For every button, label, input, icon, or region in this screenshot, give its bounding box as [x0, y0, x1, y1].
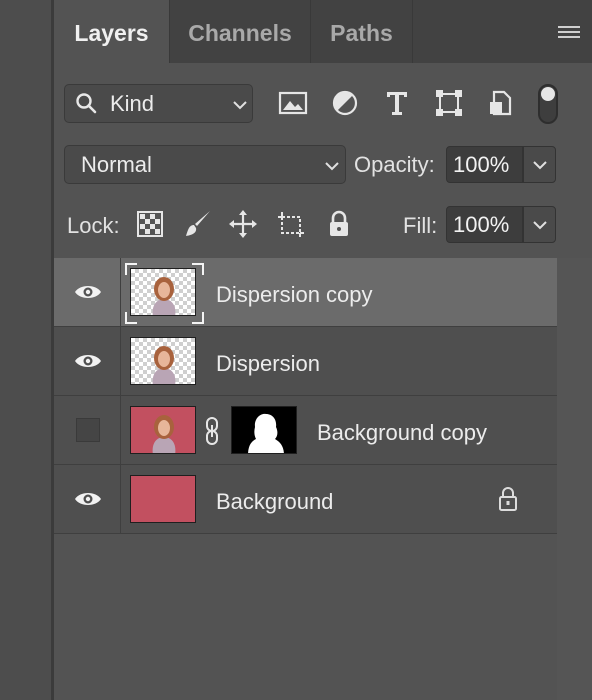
selection-corner	[125, 312, 137, 324]
opacity-value: 100%	[453, 152, 510, 177]
layer-name[interactable]: Dispersion	[216, 351, 320, 377]
portrait-image	[152, 415, 176, 453]
shape-filter-icon[interactable]	[434, 88, 464, 118]
blend-mode-select[interactable]: Normal	[64, 145, 346, 184]
left-dock-gutter	[0, 0, 54, 700]
visibility-cell[interactable]	[54, 327, 121, 396]
layer-row-dispersion[interactable]: Dispersion	[54, 327, 557, 396]
tab-channels[interactable]: Channels	[170, 0, 311, 63]
smart-object-filter-icon[interactable]	[486, 88, 516, 118]
tab-layers[interactable]: Layers	[54, 0, 170, 63]
layer-name[interactable]: Background copy	[317, 420, 487, 446]
layer-lock-icon[interactable]	[497, 486, 519, 512]
layer-thumbnail[interactable]	[130, 268, 196, 316]
portrait-image	[152, 277, 176, 315]
layer-row-dispersion-copy[interactable]: Dispersion copy	[54, 258, 557, 327]
layers-panel: Layers Channels Paths Kind Normal Opacit…	[54, 0, 592, 700]
layer-thumbnail[interactable]	[130, 337, 196, 385]
visibility-off-box[interactable]	[76, 418, 100, 442]
mask-silhouette	[248, 413, 284, 453]
filter-toggle[interactable]	[538, 84, 558, 124]
lock-transparent-pixels-icon[interactable]	[135, 209, 165, 239]
eye-icon[interactable]	[74, 351, 102, 371]
fill-input[interactable]: 100%	[446, 206, 523, 243]
filter-kind-label: Kind	[110, 91, 155, 116]
visibility-cell[interactable]	[54, 258, 121, 327]
chevron-down-icon	[533, 161, 547, 170]
fill-dropdown-button[interactable]	[523, 206, 556, 243]
layer-row-background-copy[interactable]: Background copy	[54, 396, 557, 465]
adjustment-filter-icon[interactable]	[330, 88, 360, 118]
fill-value: 100%	[453, 212, 510, 237]
eye-icon[interactable]	[74, 282, 102, 302]
selection-corner	[192, 263, 204, 275]
lock-all-icon[interactable]	[324, 209, 354, 239]
eye-icon[interactable]	[74, 489, 102, 509]
filter-toggle-knob	[541, 87, 555, 101]
lock-position-icon[interactable]	[228, 209, 258, 239]
fill-label: Fill:	[403, 213, 438, 238]
lock-image-pixels-icon[interactable]	[183, 209, 213, 239]
layers-scroll-track[interactable]	[557, 258, 592, 700]
layers-list-empty-area	[54, 536, 557, 700]
chevron-down-icon	[533, 221, 547, 230]
layer-thumbnail[interactable]	[130, 406, 196, 454]
type-filter-icon[interactable]	[382, 88, 412, 118]
opacity-input[interactable]: 100%	[446, 146, 523, 183]
lock-artboard-icon[interactable]	[276, 209, 306, 239]
opacity-label: Opacity:	[354, 152, 435, 177]
opacity-dropdown-button[interactable]	[523, 146, 556, 183]
lock-label: Lock:	[67, 213, 120, 238]
search-icon	[76, 93, 97, 114]
image-filter-icon[interactable]	[278, 88, 308, 118]
layer-row-background[interactable]: Background	[54, 465, 557, 534]
blend-mode-value: Normal	[81, 152, 152, 177]
selection-corner	[125, 263, 137, 275]
link-chain-icon[interactable]	[204, 416, 220, 446]
tab-paths[interactable]: Paths	[311, 0, 413, 63]
visibility-cell[interactable]	[54, 396, 121, 465]
selection-corner	[192, 312, 204, 324]
layer-thumbnail[interactable]	[130, 475, 196, 523]
filter-kind-select[interactable]: Kind	[64, 84, 253, 123]
panel-tab-bar: Layers Channels Paths	[54, 0, 592, 63]
layer-mask-thumbnail[interactable]	[231, 406, 297, 454]
panel-menu-icon[interactable]	[558, 26, 580, 40]
layer-name[interactable]: Background	[216, 489, 333, 515]
chevron-down-icon	[325, 162, 339, 171]
layer-name[interactable]: Dispersion copy	[216, 282, 373, 308]
visibility-cell[interactable]	[54, 465, 121, 534]
portrait-image	[152, 346, 176, 384]
chevron-down-icon	[233, 101, 247, 110]
